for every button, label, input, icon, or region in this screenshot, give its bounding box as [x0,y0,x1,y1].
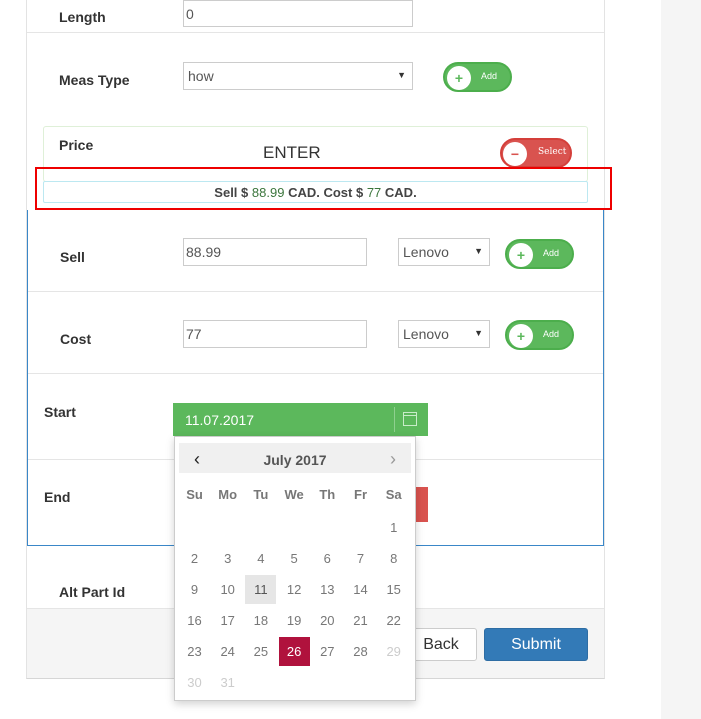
calendar-day[interactable]: 22 [378,606,409,635]
plus-icon: + [509,243,533,267]
calendar-day[interactable]: 27 [312,637,343,666]
dropdown-caret-icon: ▼ [474,246,483,256]
sell-vendor-select[interactable]: Lenovo ▼ [398,238,490,266]
calendar-day[interactable]: 26 [278,637,310,666]
chevron-left-icon[interactable]: ‹ [187,450,207,468]
submit-button[interactable]: Submit [484,628,588,661]
calendar-day[interactable]: 5 [279,544,310,573]
sell-label: Sell [60,249,85,265]
weekday-header: Tu [253,487,269,502]
calendar-day[interactable]: 15 [378,575,409,604]
calendar-day: 29 [386,644,401,659]
plus-icon: + [509,324,533,348]
alt-part-id-label: Alt Part Id [59,584,126,600]
calendar-day: 31 [220,675,235,690]
chevron-right-icon[interactable]: › [383,450,403,468]
price-select-button[interactable]: − Select [500,138,572,168]
calendar-day[interactable]: 7 [345,544,376,573]
end-date-input[interactable] [414,487,428,522]
calendar-icon[interactable] [403,412,417,426]
meas-type-select[interactable]: how ▼ [183,62,413,90]
calendar-day: 30 [187,675,202,690]
calendar-day[interactable]: 6 [312,544,343,573]
datepicker-header: ‹ July 2017 › [179,443,411,473]
datepicker-popup: ‹ July 2017 › Su Mo Tu We Th Fr Sa 1 2 3 4 5 6 7 8 9 10 1… [174,436,416,701]
calendar-day[interactable]: 3 [212,544,243,573]
weekday-header: We [284,487,304,502]
minus-icon: − [503,142,527,166]
start-date-input[interactable]: 11.07.2017 [173,403,428,436]
calendar-day[interactable]: 25 [245,637,276,666]
calendar-day[interactable]: 1 [378,513,409,542]
calendar-day[interactable]: 12 [279,575,310,604]
divider [27,32,604,33]
calendar-day[interactable]: 4 [245,544,276,573]
calendar-day[interactable]: 10 [212,575,243,604]
length-label: Length [59,9,106,25]
weekday-header: Fr [354,487,367,502]
select-label: Select [538,147,567,157]
calendar-day[interactable]: 16 [179,606,210,635]
calendar-day[interactable]: 21 [345,606,376,635]
add-label: Add [543,248,560,258]
calendar-day[interactable]: 19 [279,606,310,635]
weekday-header: Th [319,487,336,502]
calendar-day[interactable]: 23 [179,637,210,666]
start-label: Start [44,404,76,420]
price-enter-text: ENTER [263,143,321,162]
calendar-day[interactable]: 14 [345,575,376,604]
meas-type-add-button[interactable]: + Add [443,62,512,92]
weekday-header: Sa [385,487,402,502]
calendar-day[interactable]: 9 [179,575,210,604]
weekday-header: Su [186,487,203,502]
cost-input[interactable] [183,320,367,348]
calendar-day[interactable]: 28 [345,637,376,666]
sell-vendor-selected: Lenovo [403,244,449,260]
calendar-day[interactable]: 24 [212,637,243,666]
meas-type-label: Meas Type [59,72,130,88]
calendar-day[interactable]: 13 [312,575,343,604]
start-date-value: 11.07.2017 [185,412,255,428]
add-label: Add [543,329,560,339]
sell-add-button[interactable]: + Add [505,239,574,269]
cost-vendor-selected: Lenovo [403,326,449,342]
sell-input[interactable] [183,238,367,266]
calendar-day[interactable]: 18 [245,606,276,635]
cost-vendor-select[interactable]: Lenovo ▼ [398,320,490,348]
price-label: Price [59,137,94,153]
calendar-day[interactable]: 17 [212,606,243,635]
calendar-day[interactable]: 2 [179,544,210,573]
input-separator [394,407,395,432]
right-gutter [661,0,701,719]
end-label: End [44,489,71,505]
calendar-day[interactable]: 8 [378,544,409,573]
cost-label: Cost [60,331,92,347]
dropdown-caret-icon: ▼ [397,70,406,80]
dropdown-caret-icon: ▼ [474,328,483,338]
datepicker-month-label[interactable]: July 2017 [219,452,371,468]
meas-type-selected: how [188,68,214,84]
calendar-day[interactable]: 20 [312,606,343,635]
weekday-header: Mo [218,487,238,502]
add-label: Add [481,71,498,81]
length-input[interactable] [183,0,413,27]
plus-icon: + [447,66,471,90]
calendar-day[interactable]: 11 [245,575,277,604]
highlight-outline [35,167,612,210]
cost-add-button[interactable]: + Add [505,320,574,350]
